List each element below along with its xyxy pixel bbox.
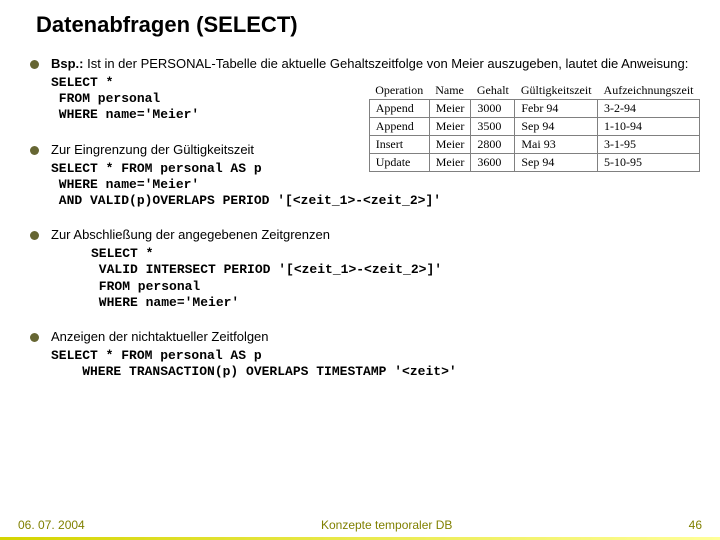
bullet3-intro: Zur Abschließung der angegebenen Zeitgre…	[51, 227, 690, 244]
footer-center: Konzepte temporaler DB	[321, 518, 452, 532]
bullet4-code: SELECT * FROM personal AS p WHERE TRANSA…	[51, 348, 690, 381]
slide-title: Datenabfragen (SELECT)	[36, 12, 690, 38]
table-header-row: Operation Name Gehalt Gültigkeitszeit Au…	[369, 82, 699, 100]
bullet1-text: Ist in der PERSONAL-Tabelle die aktuelle…	[84, 56, 689, 71]
bullet-icon	[30, 146, 39, 155]
footer-date: 06. 07. 2004	[18, 518, 85, 532]
th-gueltig: Gültigkeitszeit	[515, 82, 598, 100]
bullet-4: Anzeigen der nichtaktueller Zeitfolgen S…	[30, 329, 690, 380]
th-gehalt: Gehalt	[471, 82, 515, 100]
bullet4-intro: Anzeigen der nichtaktueller Zeitfolgen	[51, 329, 690, 346]
bullet1-intro: Bsp.: Ist in der PERSONAL-Tabelle die ak…	[51, 56, 690, 73]
table-row: Update Meier 3600 Sep 94 5-10-95	[369, 154, 699, 172]
table-row: Append Meier 3000 Febr 94 3-2-94	[369, 100, 699, 118]
bullet3-code: SELECT * VALID INTERSECT PERIOD '[<zeit_…	[91, 246, 690, 311]
table-row: Insert Meier 2800 Mai 93 3-1-95	[369, 136, 699, 154]
bullet-icon	[30, 60, 39, 69]
bullet-icon	[30, 333, 39, 342]
footer-page: 46	[689, 518, 702, 532]
table-row: Append Meier 3500 Sep 94 1-10-94	[369, 118, 699, 136]
data-table: Operation Name Gehalt Gültigkeitszeit Au…	[369, 82, 700, 172]
bullet-icon	[30, 231, 39, 240]
th-aufz: Aufzeichnungszeit	[598, 82, 700, 100]
slide-footer: 06. 07. 2004 Konzepte temporaler DB 46	[0, 518, 720, 532]
bsp-label: Bsp.:	[51, 56, 84, 71]
th-operation: Operation	[369, 82, 429, 100]
bullet-3: Zur Abschließung der angegebenen Zeitgre…	[30, 227, 690, 311]
th-name: Name	[429, 82, 471, 100]
